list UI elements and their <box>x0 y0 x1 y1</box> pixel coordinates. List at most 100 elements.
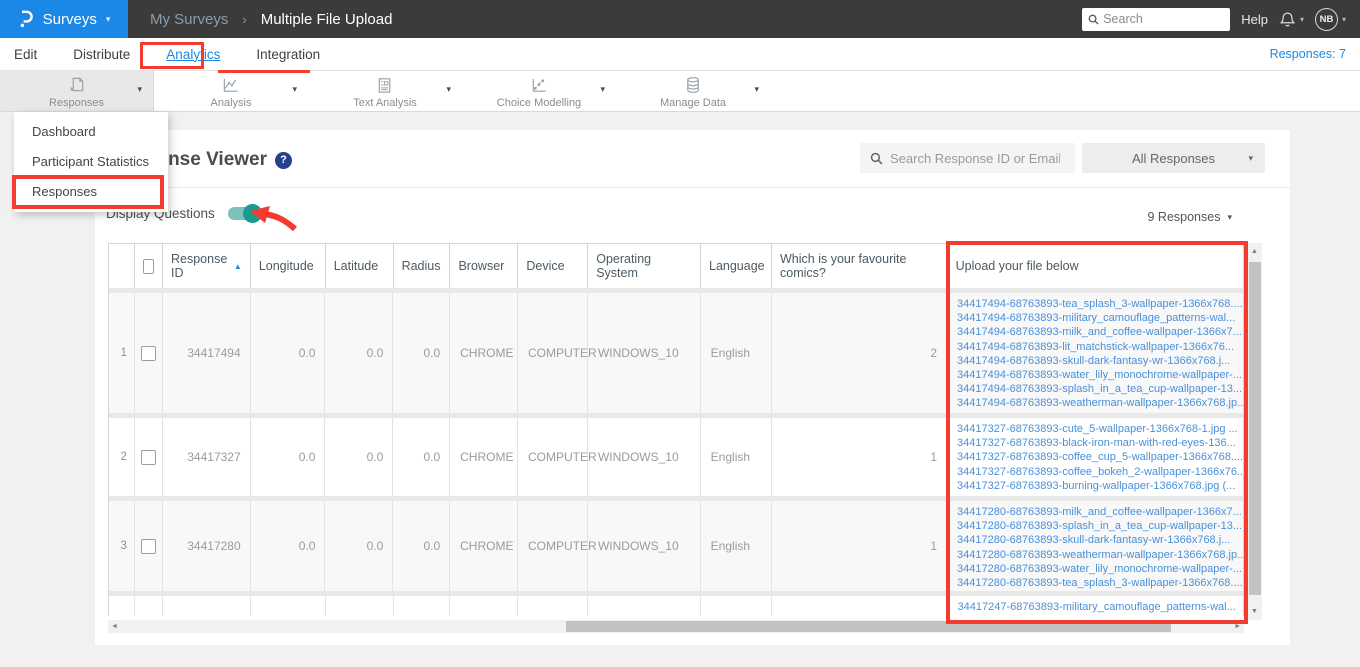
uploaded-file-link[interactable]: 34417280-68763893-water_lily_monochrome-… <box>957 562 1243 576</box>
tab-integration[interactable]: Integration <box>256 47 320 62</box>
uploaded-file-link[interactable]: 34417247-68763893-military_camouflage_pa… <box>958 600 1243 614</box>
cell-browser: CHROME <box>450 418 518 496</box>
help-question-icon[interactable]: ? <box>275 151 293 169</box>
scroll-left-icon[interactable]: ◄ <box>111 620 118 633</box>
account-menu-button[interactable]: NB ▾ <box>1314 7 1346 31</box>
row-number: 3 <box>109 501 135 591</box>
scroll-down-icon[interactable]: ▼ <box>1251 605 1258 618</box>
global-search-input[interactable] <box>1103 12 1214 26</box>
cell-radius: 0.0 <box>393 418 451 496</box>
cell-device: COMPUTER <box>518 418 597 496</box>
uploaded-file-link[interactable]: 34417280-68763893-milk_and_coffee-wallpa… <box>957 505 1243 519</box>
questionpro-logo-icon <box>20 10 33 28</box>
cell-comics-answer: 2 <box>772 293 948 413</box>
uploaded-file-link[interactable]: 34417280-68763893-weatherman-wallpaper-1… <box>957 548 1243 562</box>
help-link[interactable]: Help <box>1241 12 1268 27</box>
header-browser[interactable]: Browser <box>450 244 519 288</box>
toolbar-text-analysis-button[interactable]: Text Analysis ▾ <box>308 71 462 111</box>
analytics-toolbar: Responses ▾ Analysis ▾ Text Analysis ▾ C… <box>0 71 1360 112</box>
row-checkbox[interactable] <box>140 345 156 361</box>
chevron-down-icon: ▾ <box>600 84 605 94</box>
header-operating-system[interactable]: Operating System <box>588 244 701 288</box>
uploaded-file-link[interactable]: 34417327-68763893-burning-wallpaper-1366… <box>957 479 1243 493</box>
header-upload-file[interactable]: Upload your file below <box>948 244 1243 288</box>
header-longitude[interactable]: Longitude <box>251 244 326 288</box>
uploaded-file-link[interactable]: 34417247-68763893-splash_in_a_tea_cup-wa… <box>958 614 1243 616</box>
breadcrumb-my-surveys[interactable]: My Surveys <box>150 11 228 28</box>
uploaded-file-link[interactable]: 34417327-68763893-cute_5-wallpaper-1366x… <box>957 422 1243 436</box>
cell-comics-answer: 1 <box>772 418 948 496</box>
vertical-scrollbar-thumb[interactable] <box>1249 262 1261 595</box>
uploaded-file-link[interactable]: 34417494-68763893-milk_and_coffee-wallpa… <box>957 325 1243 339</box>
cell-latitude: 0.0 <box>325 501 394 591</box>
header-comics-question[interactable]: Which is your favourite comics? <box>772 244 948 288</box>
cell-browser: CHROME <box>450 293 518 413</box>
select-all-checkbox[interactable] <box>142 258 154 274</box>
cell-language <box>701 596 772 616</box>
tab-analytics[interactable]: Analytics <box>166 47 220 62</box>
uploaded-file-link[interactable]: 34417280-68763893-splash_in_a_tea_cup-wa… <box>957 519 1243 533</box>
menu-item-participant-statistics[interactable]: Participant Statistics <box>14 147 168 177</box>
row-checkbox[interactable] <box>140 538 156 554</box>
uploaded-file-link[interactable]: 34417327-68763893-coffee_bokeh_2-wallpap… <box>957 465 1243 479</box>
scroll-right-icon[interactable]: ► <box>1234 620 1241 633</box>
row-checkbox[interactable] <box>140 449 156 465</box>
uploaded-file-link[interactable]: 34417280-68763893-skull-dark-fantasy-wr-… <box>957 533 1243 547</box>
header-language[interactable]: Language <box>701 244 772 288</box>
menu-item-responses[interactable]: Responses <box>14 177 168 207</box>
database-icon <box>687 77 699 93</box>
header-radius[interactable]: Radius <box>394 244 451 288</box>
uploaded-file-link[interactable]: 34417494-68763893-splash_in_a_tea_cup-wa… <box>957 382 1243 396</box>
cell-os: WINDOWS_10 <box>588 501 701 591</box>
uploaded-file-link[interactable]: 34417494-68763893-water_lily_monochrome-… <box>957 368 1243 382</box>
toolbar-analysis-button[interactable]: Analysis ▾ <box>154 71 308 111</box>
cell-radius <box>394 596 451 616</box>
header-row-number <box>109 244 135 288</box>
header-device[interactable]: Device <box>518 244 589 288</box>
vertical-scrollbar[interactable]: ▲ ▼ <box>1248 243 1262 620</box>
uploaded-file-link[interactable]: 34417280-68763893-tea_splash_3-wallpaper… <box>957 576 1243 590</box>
cell-uploaded-files: 34417247-68763893-military_camouflage_pa… <box>948 596 1243 616</box>
header-response-id[interactable]: Response ID ▲ <box>163 244 251 288</box>
response-search-box[interactable] <box>860 143 1075 173</box>
menu-item-dashboard[interactable]: Dashboard <box>14 117 168 147</box>
uploaded-file-link[interactable]: 34417494-68763893-skull-dark-fantasy-wr-… <box>957 354 1243 368</box>
horizontal-scrollbar[interactable]: ◄ ► <box>108 620 1244 633</box>
search-icon <box>1088 14 1099 25</box>
cell-language: English <box>701 501 772 591</box>
uploaded-file-link[interactable]: 34417494-68763893-military_camouflage_pa… <box>957 311 1243 325</box>
cell-latitude: 0.0 <box>325 293 394 413</box>
cell-radius: 0.0 <box>393 293 451 413</box>
cell-browser: CHROME <box>450 501 518 591</box>
responses-count-dropdown[interactable]: 9 Responses ▾ <box>1148 210 1233 224</box>
tab-edit[interactable]: Edit <box>14 47 37 62</box>
header-latitude[interactable]: Latitude <box>326 244 394 288</box>
uploaded-file-link[interactable]: 34417494-68763893-lit_matchstick-wallpap… <box>957 340 1243 354</box>
toolbar-choice-modelling-button[interactable]: Choice Modelling ▾ <box>462 71 616 111</box>
response-search-input[interactable] <box>890 150 1060 166</box>
chevron-down-icon: ▾ <box>137 84 142 94</box>
global-search[interactable] <box>1082 7 1231 31</box>
notifications-button[interactable]: ▾ <box>1279 11 1304 28</box>
chevron-down-icon: ▾ <box>1299 14 1304 24</box>
uploaded-file-link[interactable]: 34417327-68763893-coffee_cup_5-wallpaper… <box>957 450 1243 464</box>
display-questions-toggle[interactable] <box>227 204 262 223</box>
scatter-chart-icon <box>532 78 546 92</box>
survey-nav-tabs: Edit Distribute Analytics Integration Re… <box>0 38 1360 71</box>
toolbar-manage-data-button[interactable]: Manage Data ▾ <box>616 71 770 111</box>
response-filter-dropdown[interactable]: All Responses ▾ <box>1082 143 1265 173</box>
chevron-down-icon: ▾ <box>1227 211 1232 222</box>
uploaded-file-link[interactable]: 34417494-68763893-weatherman-wallpaper-1… <box>957 396 1243 410</box>
tab-distribute[interactable]: Distribute <box>73 47 130 62</box>
table-row: 1 34417494 0.0 0.0 0.0 CHROME COMPUTER W… <box>109 293 1243 413</box>
surveys-menu-button[interactable]: Surveys ▾ <box>0 0 128 38</box>
horizontal-scrollbar-thumb[interactable] <box>566 621 1171 632</box>
uploaded-file-link[interactable]: 34417327-68763893-black-iron-man-with-re… <box>957 436 1243 450</box>
cell-comics-answer <box>772 596 948 616</box>
cell-response-id: 34417327 <box>163 418 251 496</box>
scroll-up-icon[interactable]: ▲ <box>1251 245 1258 258</box>
sort-asc-icon: ▲ <box>233 261 242 271</box>
uploaded-file-link[interactable]: 34417494-68763893-tea_splash_3-wallpaper… <box>957 297 1243 311</box>
toolbar-responses-button[interactable]: Responses ▾ <box>0 71 154 111</box>
responses-dropdown-menu: Dashboard Participant Statistics Respons… <box>14 112 168 212</box>
